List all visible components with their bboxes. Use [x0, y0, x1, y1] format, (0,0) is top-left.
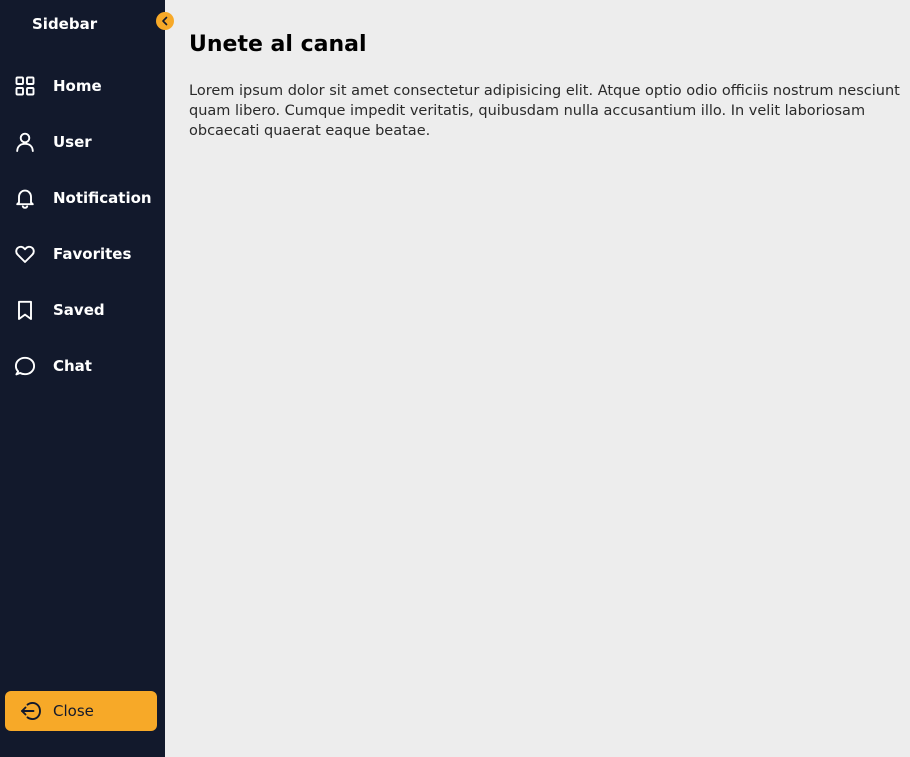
sidebar-item-label: Favorites [53, 245, 132, 263]
sidebar-item-notification[interactable]: Notification [0, 174, 165, 222]
main-content: Unete al canal Lorem ipsum dolor sit ame… [189, 30, 901, 141]
chat-bubble-icon [13, 354, 37, 378]
sidebar: Sidebar Home User Notification Favorites… [0, 0, 174, 757]
logout-icon [18, 699, 42, 723]
sidebar-item-favorites[interactable]: Favorites [0, 230, 165, 278]
sidebar-item-label: Home [53, 77, 102, 95]
sidebar-item-label: Notification [53, 189, 152, 207]
close-button-label: Close [53, 702, 94, 720]
sidebar-brand: Sidebar [32, 15, 98, 33]
sidebar-collapse-toggle[interactable] [156, 12, 174, 30]
sidebar-item-label: Saved [53, 301, 105, 319]
sidebar-item-user[interactable]: User [0, 118, 165, 166]
page-body-text: Lorem ipsum dolor sit amet consectetur a… [189, 83, 900, 139]
grid-icon [13, 74, 37, 98]
sidebar-item-saved[interactable]: Saved [0, 286, 165, 334]
sidebar-item-home[interactable]: Home [0, 62, 165, 110]
bookmark-icon [13, 298, 37, 322]
heart-icon [13, 242, 37, 266]
sidebar-item-chat[interactable]: Chat [0, 342, 165, 390]
app: Sidebar Home User Notification Favorites… [0, 0, 910, 757]
chevron-left-icon [162, 16, 168, 26]
sidebar-item-label: User [53, 133, 92, 151]
sidebar-item-label: Chat [53, 357, 92, 375]
user-icon [13, 130, 37, 154]
page-title: Unete al canal [189, 32, 367, 57]
bell-icon [13, 186, 37, 210]
close-button[interactable]: Close [5, 691, 157, 731]
